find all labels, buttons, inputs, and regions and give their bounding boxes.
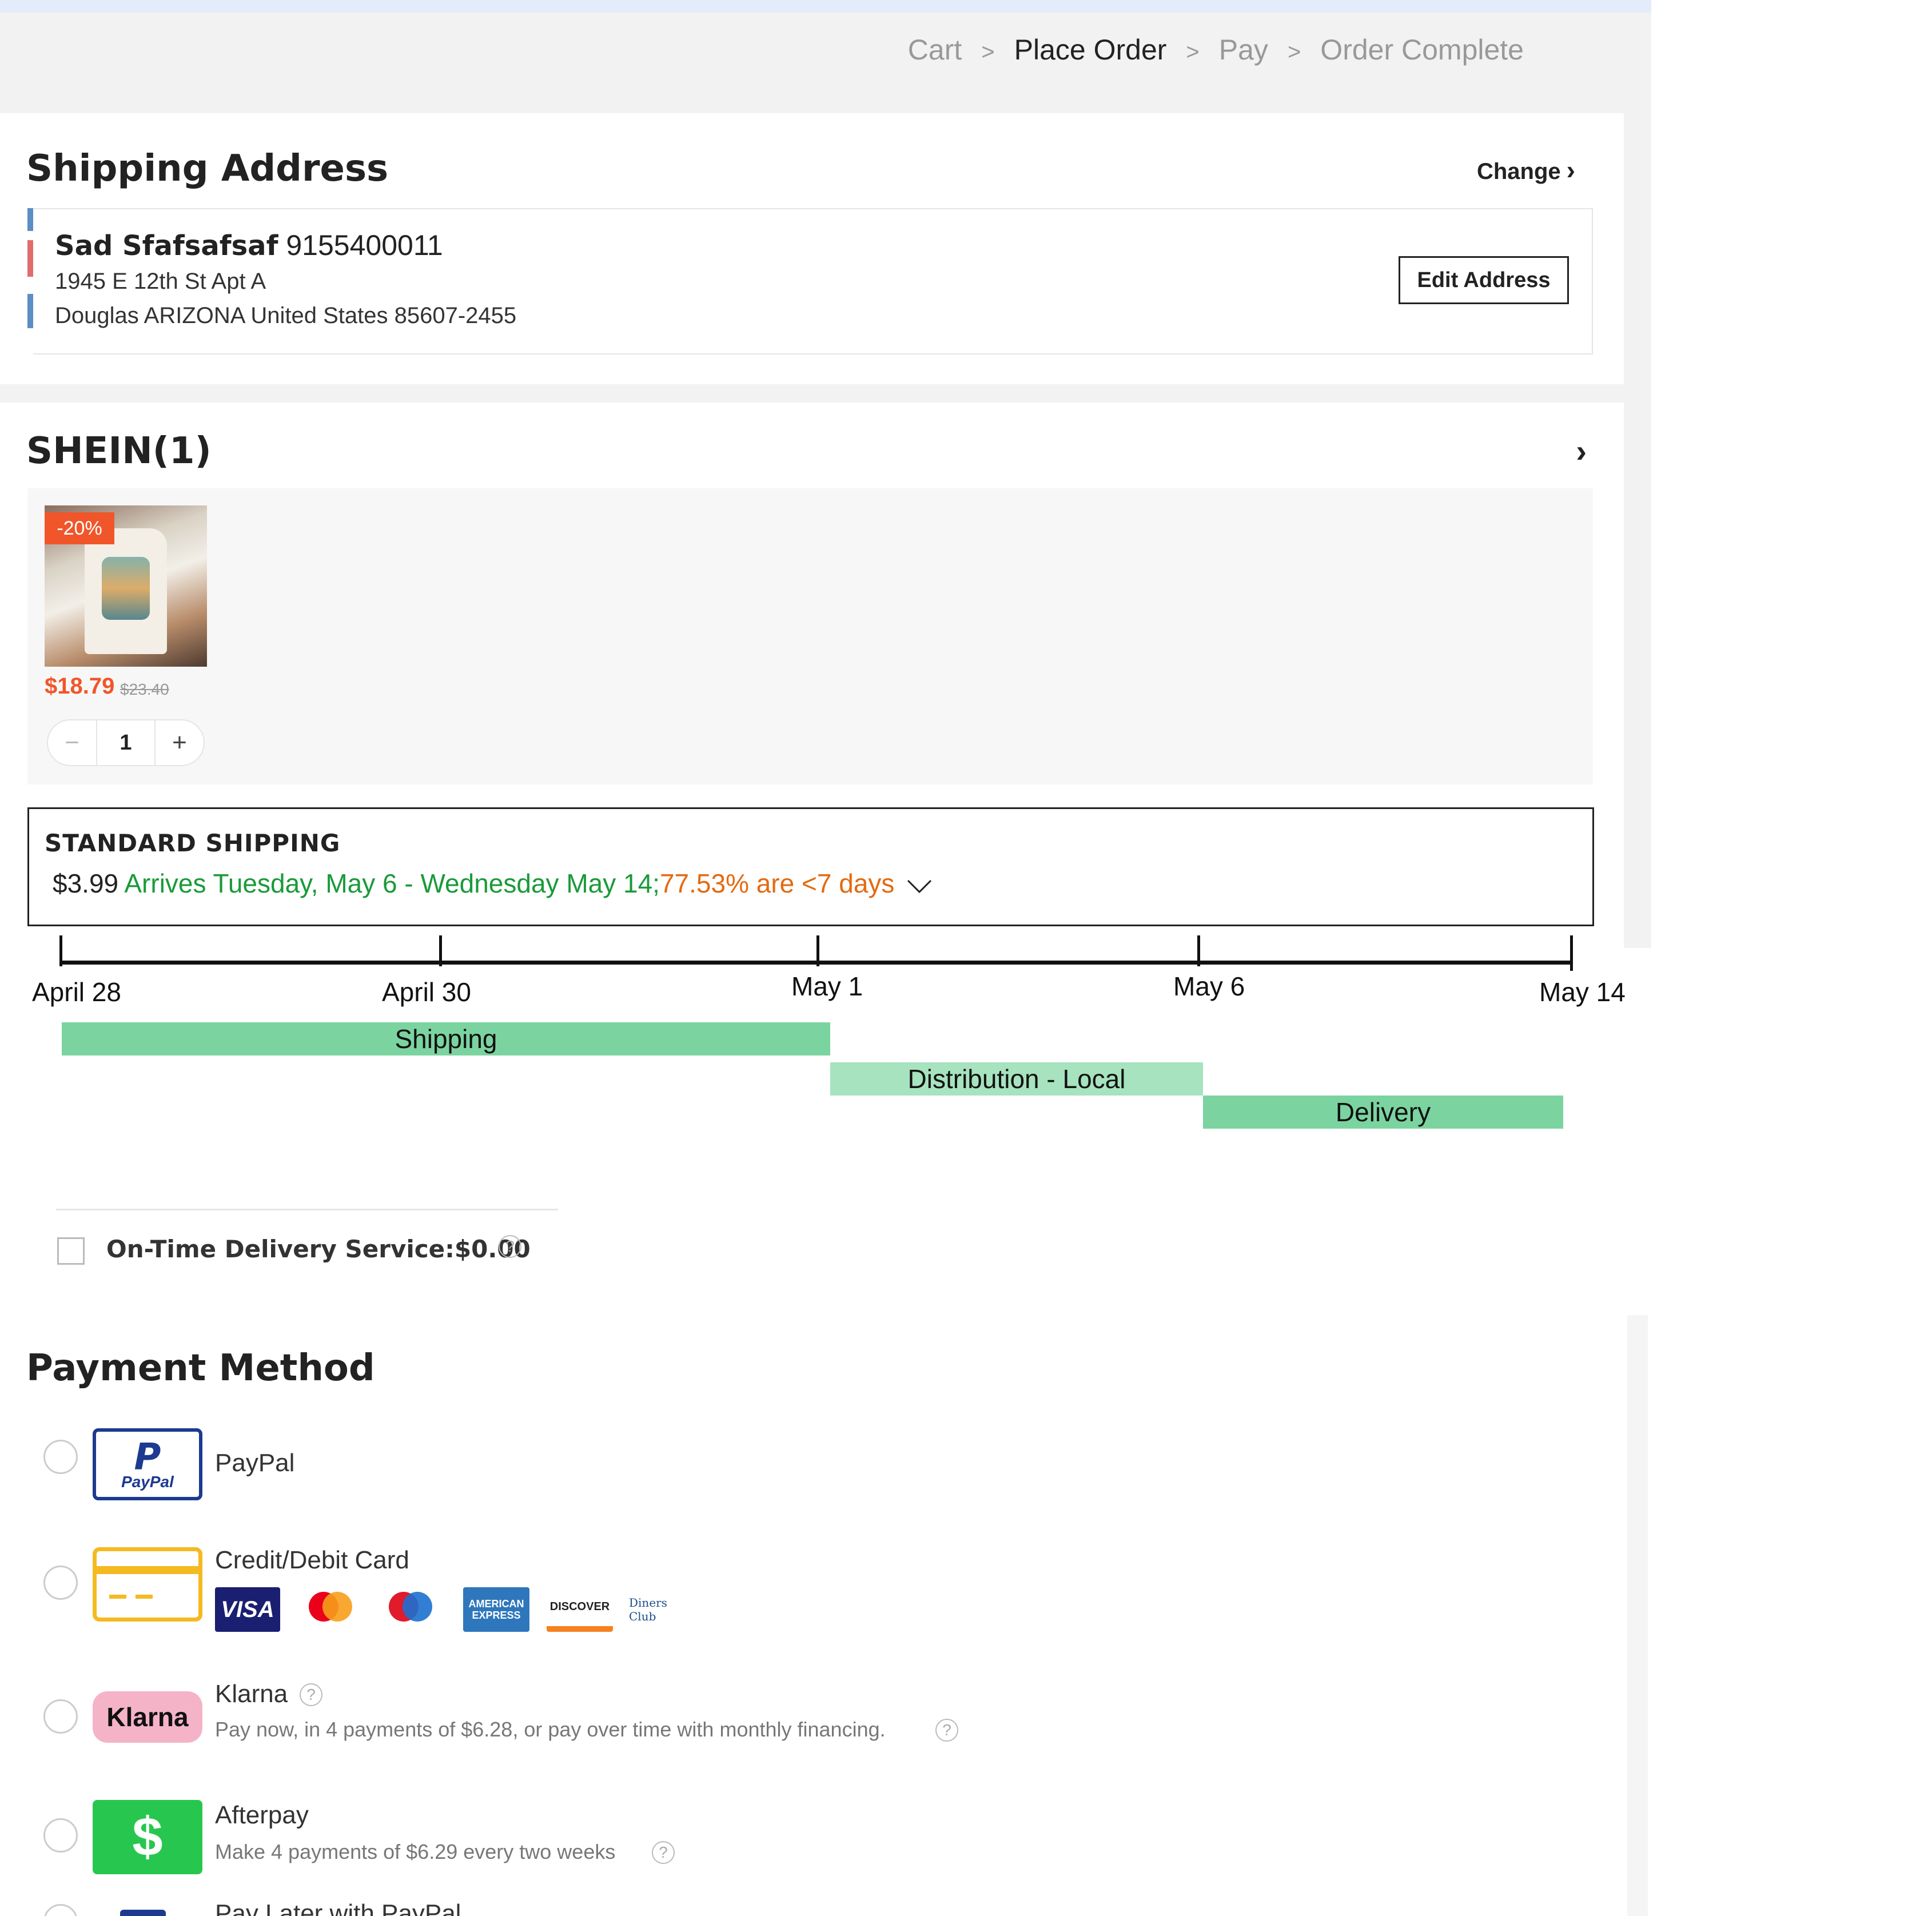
card-label[interactable]: Credit/Debit Card (215, 1546, 409, 1575)
address-line-2: Douglas ARIZONA United States 85607-2455 (55, 303, 517, 328)
breadcrumb-sep: > (1186, 39, 1200, 65)
afterpay-label[interactable]: Afterpay (215, 1801, 309, 1830)
increase-quantity-button[interactable]: + (156, 720, 204, 765)
paypal-logo-text: PayPal (121, 1473, 174, 1491)
quantity-value[interactable]: 1 (96, 720, 156, 765)
discount-badge: -20% (45, 512, 114, 544)
shipping-details: $3.99 Arrives Tuesday, May 6 - Wednesday… (53, 868, 894, 899)
timeline-date: April 30 (382, 977, 471, 1007)
item-list (27, 488, 1593, 784)
address-line-1: 1945 E 12th St Apt A (55, 269, 266, 294)
page-gutter (1627, 1315, 1648, 1916)
ontime-delivery-label: On-Time Delivery Service:$0.00 (106, 1235, 531, 1263)
help-icon[interactable]: ? (499, 1235, 521, 1258)
breadcrumb-sep: > (1287, 39, 1301, 65)
page-gutter (1624, 113, 1651, 948)
ontime-rate: 77.53% are <7 days (659, 869, 895, 898)
radio-ring (43, 1904, 78, 1916)
quantity-stepper: − 1 + (47, 719, 205, 766)
store-title: SHEIN(1) (26, 430, 212, 472)
maestro-circles-icon (389, 1592, 432, 1622)
klarna-description: Pay now, in 4 payments of $6.28, or pay … (215, 1718, 886, 1741)
breadcrumb-order-complete: Order Complete (1320, 34, 1524, 66)
paylater-row: Pay Later with PayPal (215, 1899, 461, 1916)
breadcrumb-pay: Pay (1218, 34, 1268, 66)
radio-afterpay[interactable] (43, 1818, 78, 1853)
divider (56, 1209, 558, 1210)
klarna-logo-icon: Klarna (93, 1691, 202, 1743)
paypal-logo-icon: P PayPal (93, 1428, 202, 1500)
phase-bar-delivery: Delivery (1203, 1096, 1563, 1129)
recipient-phone: 9155400011 (286, 229, 443, 261)
mastercard-circles-icon (309, 1592, 352, 1622)
breadcrumb: Cart > Place Order > Pay > Order Complete (900, 33, 1532, 66)
section-divider (0, 384, 1624, 403)
amex-logo-icon: AMERICAN EXPRESS (463, 1587, 529, 1632)
diners-club-logo-icon: Diners Club (629, 1596, 667, 1623)
timeline-tick (59, 935, 62, 966)
address-recipient: Sad Sfafsafsaf 9155400011 (55, 229, 443, 262)
breadcrumb-sep: > (981, 39, 995, 65)
visa-logo-icon: VISA (215, 1587, 280, 1632)
timeline-tick (816, 935, 819, 966)
afterpay-description: Make 4 payments of $6.29 every two weeks (215, 1840, 616, 1863)
timeline-date: May 1 (791, 971, 863, 1001)
shipping-address-title: Shipping Address (26, 148, 389, 190)
radio-klarna[interactable] (43, 1699, 78, 1734)
timeline-date: May 6 (1173, 971, 1245, 1001)
help-icon[interactable]: ? (935, 1719, 958, 1742)
chevron-right-icon[interactable]: › (1576, 432, 1587, 469)
svg-text:P: P (134, 1436, 161, 1479)
edit-address-button[interactable]: Edit Address (1399, 256, 1569, 304)
timeline-tick (439, 935, 442, 966)
radio-paylater[interactable] (43, 1904, 78, 1916)
help-icon[interactable]: ? (300, 1683, 322, 1706)
timeline-tick (1197, 935, 1200, 966)
ontime-delivery-checkbox[interactable] (57, 1237, 85, 1265)
credit-card-icon (93, 1547, 202, 1622)
card-dash (109, 1595, 126, 1599)
item-original-price: $23.40 (120, 680, 169, 698)
breadcrumb-cart[interactable]: Cart (908, 34, 962, 66)
item-price: $18.79 (45, 674, 115, 699)
shipping-method-title: STANDARD SHIPPING (45, 829, 341, 857)
phase-bar-shipping: Shipping (62, 1022, 830, 1055)
timeline-date: April 28 (32, 977, 121, 1007)
shirt-print-graphic (102, 557, 150, 620)
paypal-paylater-icon (120, 1905, 177, 1916)
card-stripe (97, 1566, 198, 1574)
phase-bar-distribution: Distribution - Local (830, 1062, 1203, 1096)
decrease-quantity-button[interactable]: − (48, 720, 96, 765)
mastercard-logo-icon (302, 1587, 359, 1632)
chevron-right-icon: › (1566, 155, 1575, 185)
change-label: Change (1476, 159, 1561, 184)
card-dash (136, 1595, 153, 1599)
arrival-window: Arrives Tuesday, May 6 - Wednesday May 1… (124, 869, 660, 898)
maestro-logo-icon (382, 1587, 439, 1632)
discover-logo-icon: DISCOVER (547, 1587, 613, 1632)
shipping-price: $3.99 (53, 869, 119, 898)
timeline-date: May 14 (1539, 977, 1626, 1007)
recipient-name: Sad Sfafsafsaf (55, 230, 278, 262)
change-address-link[interactable]: Change › (1477, 154, 1575, 185)
klarna-label[interactable]: Klarna (215, 1680, 288, 1708)
timeline-tick (1570, 935, 1573, 971)
breadcrumb-place-order: Place Order (1014, 34, 1167, 66)
paylater-label[interactable]: Pay Later with PayPal (215, 1899, 461, 1916)
top-accent-bar (0, 0, 1651, 13)
paypal-label[interactable]: PayPal (215, 1449, 294, 1477)
shipping-method-box[interactable] (27, 807, 1594, 926)
help-icon[interactable]: ? (652, 1841, 675, 1864)
radio-card[interactable] (43, 1566, 78, 1600)
chevron-down-icon[interactable] (906, 873, 933, 900)
address-envelope-stripe (27, 208, 33, 354)
afterpay-dollar-icon: $ (93, 1800, 202, 1874)
payment-method-title: Payment Method (26, 1347, 375, 1389)
radio-paypal[interactable] (43, 1440, 78, 1474)
